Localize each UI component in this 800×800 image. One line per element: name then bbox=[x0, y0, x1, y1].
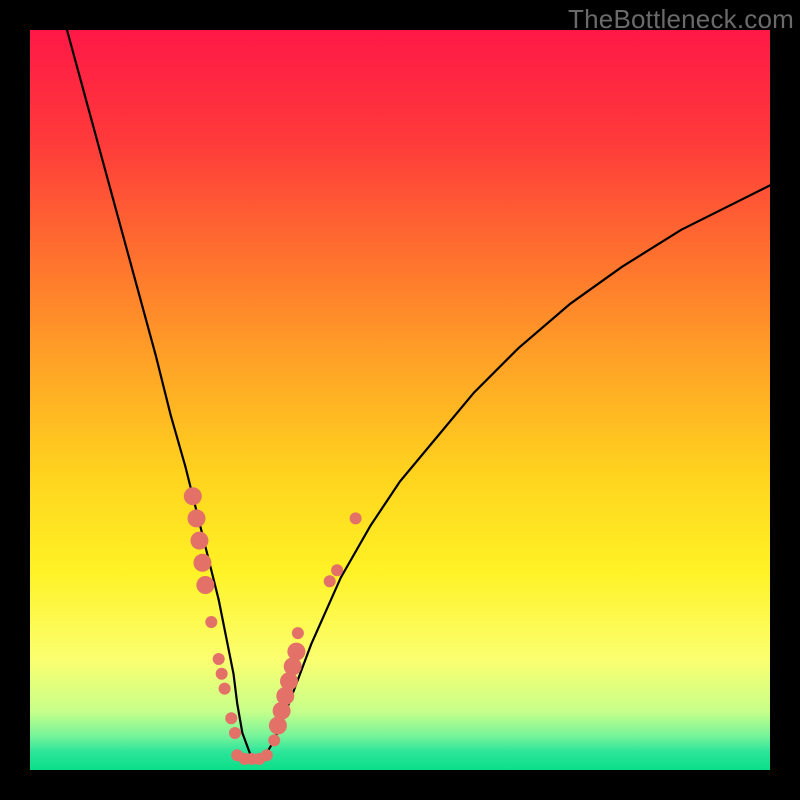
data-point bbox=[350, 512, 362, 524]
bottleneck-curve bbox=[67, 30, 770, 759]
data-points-group bbox=[184, 487, 362, 765]
data-point bbox=[225, 712, 237, 724]
data-point bbox=[213, 653, 225, 665]
data-point bbox=[219, 683, 231, 695]
data-point bbox=[324, 575, 336, 587]
data-point bbox=[184, 487, 202, 505]
data-point bbox=[268, 734, 280, 746]
data-point bbox=[331, 564, 343, 576]
watermark-text: TheBottleneck.com bbox=[568, 4, 794, 35]
data-point bbox=[292, 627, 304, 639]
data-point bbox=[190, 532, 208, 550]
data-point bbox=[193, 554, 211, 572]
data-point bbox=[196, 576, 214, 594]
data-point bbox=[205, 616, 217, 628]
data-point bbox=[229, 727, 241, 739]
chart-stage: TheBottleneck.com bbox=[0, 0, 800, 800]
data-point bbox=[216, 668, 228, 680]
data-point bbox=[188, 509, 206, 527]
data-point bbox=[287, 643, 305, 661]
chart-overlay bbox=[30, 30, 770, 770]
data-point bbox=[261, 749, 273, 761]
